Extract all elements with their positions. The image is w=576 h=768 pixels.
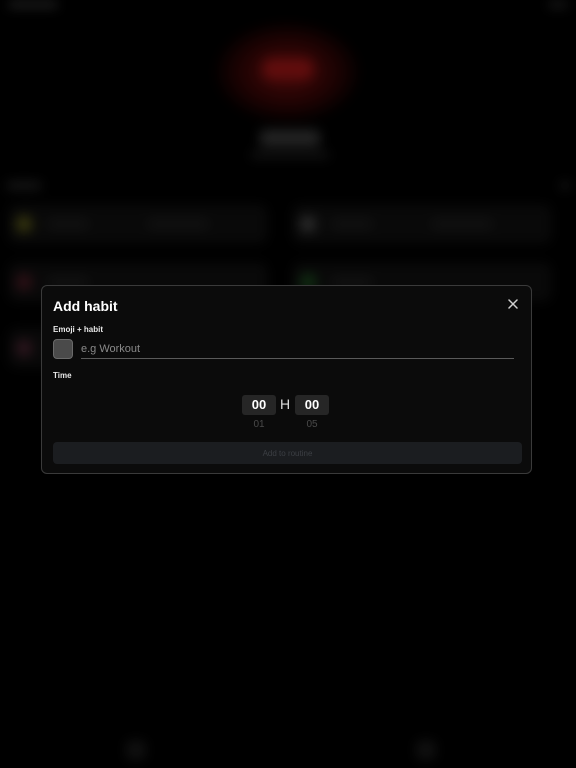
- habit-emoji-icon: [300, 216, 316, 232]
- background-subtitle: [250, 152, 330, 158]
- close-icon: [508, 299, 518, 309]
- next-minutes-option[interactable]: 05: [295, 419, 329, 430]
- add-habit-dialog: Add habit Emoji + habit Time 00 H 00 01 …: [41, 285, 532, 474]
- emoji-habit-label: Emoji + habit: [53, 325, 104, 334]
- status-bar: [8, 2, 568, 12]
- next-hours-option[interactable]: 01: [242, 419, 276, 430]
- hours-picker[interactable]: 00: [242, 395, 276, 415]
- status-bar-right: [548, 2, 568, 7]
- add-to-routine-button[interactable]: Add to routine: [53, 442, 522, 464]
- habit-time: [148, 221, 208, 227]
- background-section-action: [560, 182, 570, 189]
- time-label: Time: [53, 371, 72, 380]
- habit-emoji-icon: [16, 216, 32, 232]
- background-section-header: [6, 182, 42, 189]
- habit-name-input[interactable]: [81, 339, 514, 359]
- minutes-picker[interactable]: 00: [295, 395, 329, 415]
- progress-indicator: [262, 58, 314, 80]
- close-button[interactable]: [505, 296, 521, 312]
- habit-name: [332, 221, 372, 227]
- emoji-picker-button[interactable]: [53, 339, 73, 359]
- status-bar-left: [8, 2, 58, 7]
- background-title: [260, 130, 320, 146]
- habit-emoji-icon: [16, 340, 32, 356]
- dialog-title: Add habit: [53, 298, 118, 314]
- habit-time: [432, 221, 492, 227]
- habit-name: [48, 221, 88, 227]
- background-habit-card: [8, 204, 268, 244]
- tab-bar-settings-icon: [416, 740, 436, 760]
- tab-bar-home-icon: [126, 740, 146, 760]
- hour-separator: H: [280, 396, 291, 412]
- background-habit-card: [292, 204, 552, 244]
- habit-emoji-icon: [16, 274, 32, 290]
